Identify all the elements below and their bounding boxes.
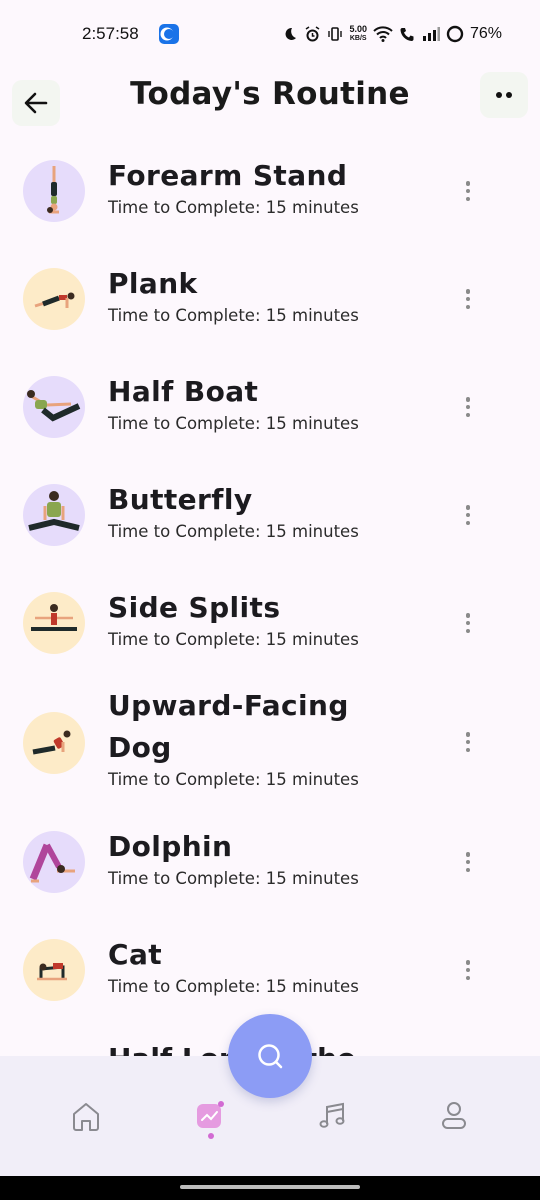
system-gesture-bar (0, 1176, 540, 1200)
pose-thumbnail-butterfly (23, 484, 85, 546)
routine-duration: Time to Complete: 15 minutes (108, 770, 359, 789)
pose-thumbnail-upward-facing-dog (23, 712, 85, 774)
page-title: Today's Routine (130, 76, 410, 112)
routine-list: Forearm Stand Time to Complete: 15 minut… (0, 140, 540, 1056)
routine-duration: Time to Complete: 15 minutes (108, 630, 359, 649)
item-menu-icon[interactable] (462, 397, 474, 417)
vibrate-icon (328, 27, 343, 41)
routine-duration: Time to Complete: 15 minutes (108, 522, 359, 541)
signal-icon (422, 27, 440, 41)
routine-duration: Time to Complete: 15 minutes (108, 306, 359, 325)
status-bar: 2:57:58 5.00 KB/S 76% (0, 0, 540, 66)
dot-icon (506, 92, 512, 98)
alarm-icon (306, 25, 320, 41)
item-menu-icon[interactable] (462, 181, 474, 201)
item-menu-icon[interactable] (462, 613, 474, 633)
routine-duration: Time to Complete: 15 minutes (108, 198, 359, 217)
battery-ring-icon (446, 25, 464, 43)
nav-profile[interactable] (434, 1096, 474, 1136)
routine-name: Cat (108, 938, 163, 971)
profile-icon (442, 1102, 466, 1129)
activity-chart-icon (197, 1101, 224, 1128)
music-note-icon (319, 1102, 345, 1128)
routine-name: Dolphin (108, 830, 233, 863)
routine-name: Half Boat (108, 375, 259, 408)
routine-duration: Time to Complete: 15 minutes (108, 869, 359, 888)
routine-name: Forearm Stand (108, 159, 348, 192)
gesture-handle[interactable] (180, 1185, 360, 1189)
dot-icon (496, 92, 502, 98)
pose-thumbnail-forearm-stand (23, 160, 85, 222)
item-menu-icon[interactable] (462, 505, 474, 525)
item-menu-icon[interactable] (462, 732, 474, 752)
pose-thumbnail-side-splits (23, 592, 85, 654)
home-icon (73, 1103, 99, 1131)
pose-thumbnail-plank (23, 268, 85, 330)
do-not-disturb-icon (285, 27, 297, 40)
routine-duration: Time to Complete: 15 minutes (108, 977, 359, 996)
network-speed-unit: KB/S (349, 35, 367, 42)
battery-percent: 76% (469, 25, 502, 42)
nav-home[interactable] (66, 1096, 106, 1136)
moon-app-icon (159, 24, 179, 44)
wifi-calling-icon (400, 27, 414, 41)
network-speed: 5.00 KB/S (349, 25, 367, 43)
nav-music[interactable] (312, 1096, 352, 1136)
routine-name: Plank (108, 267, 198, 300)
nav-activity[interactable] (190, 1096, 230, 1136)
routine-name: Upward-Facing Dog (108, 689, 349, 764)
search-fab-button[interactable] (228, 1014, 312, 1098)
active-indicator-dot (208, 1133, 214, 1139)
network-speed-value: 5.00 (349, 24, 367, 34)
pose-thumbnail-dolphin (23, 831, 85, 893)
search-icon (258, 1044, 283, 1069)
more-options-button[interactable] (480, 72, 528, 118)
item-menu-icon[interactable] (462, 852, 474, 872)
routine-name: Side Splits (108, 591, 281, 624)
routine-name: Butterfly (108, 483, 253, 516)
pose-thumbnail-cat (23, 939, 85, 1001)
app-header: Today's Routine (0, 66, 540, 126)
item-menu-icon[interactable] (462, 289, 474, 309)
item-menu-icon[interactable] (462, 960, 474, 980)
status-icons: 5.00 KB/S 76% (282, 23, 502, 45)
routine-duration: Time to Complete: 15 minutes (108, 414, 359, 433)
status-time: 2:57:58 (82, 24, 139, 43)
wifi-icon (373, 26, 393, 42)
pose-thumbnail-half-boat (23, 376, 85, 438)
